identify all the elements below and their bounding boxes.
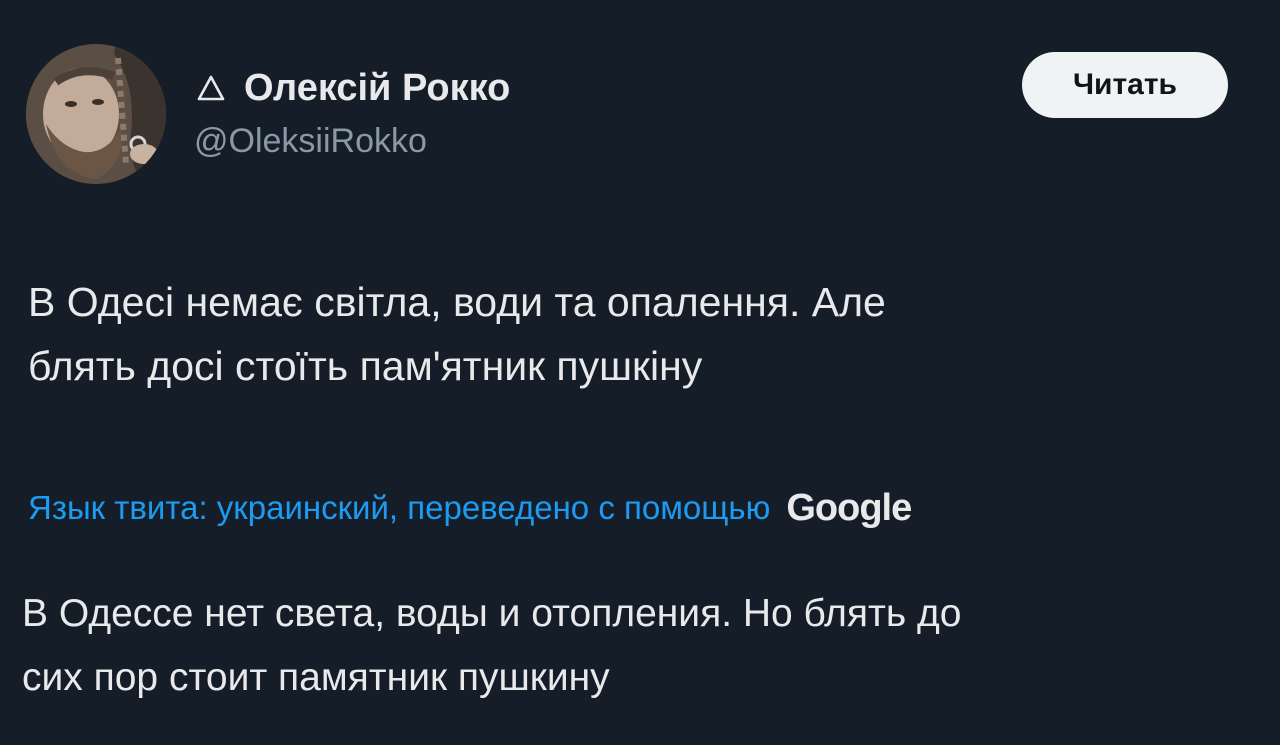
author-name: Олексій Рокко xyxy=(244,66,511,109)
translated-text-line: В Одессе нет света, воды и отопления. Но… xyxy=(22,592,962,635)
author-handle[interactable]: @OleksiiRokko xyxy=(194,122,427,161)
google-logo: Google xyxy=(786,486,912,529)
tweet-text-line: В Одесі немає світла, води та опалення. … xyxy=(28,279,886,325)
translation-notice: Язык твита: украинский, переведено с пом… xyxy=(28,480,912,536)
translation-notice-link[interactable]: Язык твита: украинский, переведено с пом… xyxy=(28,489,770,527)
follow-button[interactable]: Читать xyxy=(1022,52,1228,118)
author-name-row[interactable]: Олексій Рокко xyxy=(196,62,510,114)
avatar[interactable] xyxy=(26,44,166,184)
triangle-outline-icon xyxy=(196,73,226,103)
tweet-text-line: блять досі стоїть пам'ятник пушкіну xyxy=(28,343,703,389)
avatar-image xyxy=(26,44,166,184)
translated-text-line: сих пор стоит памятник пушкину xyxy=(22,656,610,699)
tweet-card: Олексій Рокко @OleksiiRokko Читать В Оде… xyxy=(0,0,1280,745)
tweet-text: В Одесі немає світла, води та опалення. … xyxy=(28,270,1228,398)
translated-text: В Одессе нет света, воды и отопления. Но… xyxy=(22,582,1242,710)
